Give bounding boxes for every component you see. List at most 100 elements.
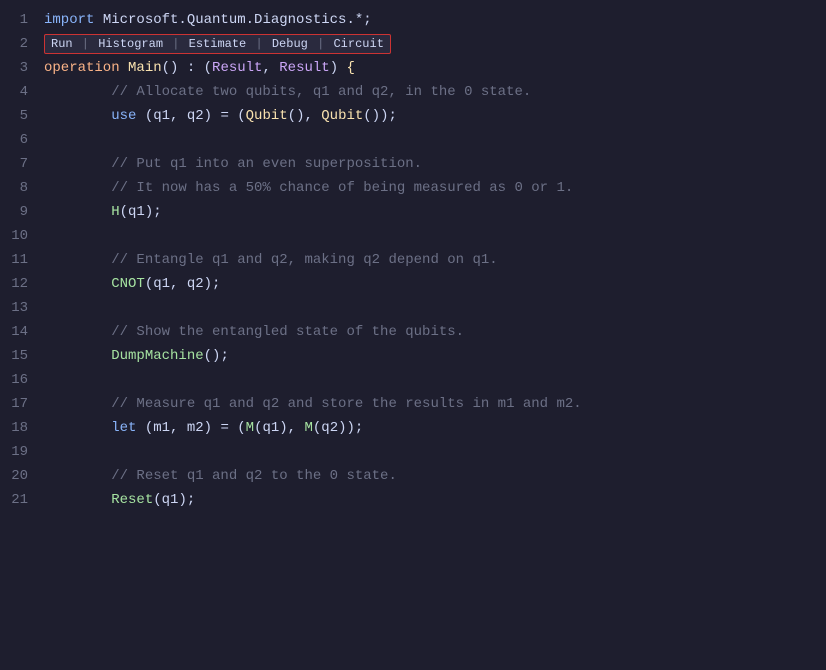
token: M <box>304 420 312 436</box>
token: // Entangle q1 and q2, making q2 depend … <box>44 252 498 268</box>
line-number-21: 21 <box>4 488 44 512</box>
token: () : ( <box>162 60 212 76</box>
token: { <box>347 60 355 76</box>
token <box>44 276 111 292</box>
line-content-8: // It now has a 50% chance of being meas… <box>44 176 822 200</box>
token: Qubit <box>246 108 288 124</box>
editor-container: 1import Microsoft.Quantum.Diagnostics.*;… <box>0 0 826 670</box>
line-number-20: 20 <box>4 464 44 488</box>
token: // Put q1 into an even superposition. <box>44 156 422 172</box>
token: H <box>111 204 119 220</box>
toolbar-separator: | <box>165 34 187 54</box>
token: (q1), <box>254 420 304 436</box>
line-content-3: operation Main() : (Result, Result) { <box>44 56 822 80</box>
code-line-10: 10 <box>0 224 826 248</box>
line-number-5: 5 <box>4 104 44 128</box>
code-area: 1import Microsoft.Quantum.Diagnostics.*;… <box>0 8 826 670</box>
code-line-17: 17 // Measure q1 and q2 and store the re… <box>0 392 826 416</box>
line-number-16: 16 <box>4 368 44 392</box>
token: // Reset q1 and q2 to the 0 state. <box>44 468 397 484</box>
token: // Allocate two qubits, q1 and q2, in th… <box>44 84 531 100</box>
line-content-18: let (m1, m2) = (M(q1), M(q2)); <box>44 416 822 440</box>
token: Qubit <box>321 108 363 124</box>
toolbar-item-estimate[interactable]: Estimate <box>189 34 247 54</box>
toolbar-item-histogram[interactable]: Histogram <box>98 34 163 54</box>
code-line-2: 2Run | Histogram | Estimate | Debug | Ci… <box>0 32 826 56</box>
line-number-9: 9 <box>4 200 44 224</box>
code-line-19: 19 <box>0 440 826 464</box>
line-content-11: // Entangle q1 and q2, making q2 depend … <box>44 248 822 272</box>
token: use <box>111 108 136 124</box>
line-content-17: // Measure q1 and q2 and store the resul… <box>44 392 822 416</box>
toolbar-item-debug[interactable]: Debug <box>272 34 308 54</box>
code-line-21: 21 Reset(q1); <box>0 488 826 512</box>
code-line-12: 12 CNOT(q1, q2); <box>0 272 826 296</box>
line-content-15: DumpMachine(); <box>44 344 822 368</box>
code-line-6: 6 <box>0 128 826 152</box>
line-content-1: import Microsoft.Quantum.Diagnostics.*; <box>44 8 822 32</box>
line-content-5: use (q1, q2) = (Qubit(), Qubit()); <box>44 104 822 128</box>
code-line-14: 14 // Show the entangled state of the qu… <box>0 320 826 344</box>
code-line-11: 11 // Entangle q1 and q2, making q2 depe… <box>0 248 826 272</box>
token: CNOT <box>111 276 145 292</box>
line-number-18: 18 <box>4 416 44 440</box>
code-line-20: 20 // Reset q1 and q2 to the 0 state. <box>0 464 826 488</box>
line-content-14: // Show the entangled state of the qubit… <box>44 320 822 344</box>
code-line-15: 15 DumpMachine(); <box>0 344 826 368</box>
toolbar-separator: | <box>248 34 270 54</box>
token: DumpMachine <box>111 348 203 364</box>
code-line-4: 4 // Allocate two qubits, q1 and q2, in … <box>0 80 826 104</box>
token: (q1); <box>120 204 162 220</box>
token <box>44 108 111 124</box>
token: Result <box>212 60 262 76</box>
token <box>44 420 111 436</box>
token: (); <box>204 348 229 364</box>
code-line-7: 7 // Put q1 into an even superposition. <box>0 152 826 176</box>
toolbar-item-circuit[interactable]: Circuit <box>333 34 383 54</box>
line-number-1: 1 <box>4 8 44 32</box>
token <box>44 492 111 508</box>
line-content-12: CNOT(q1, q2); <box>44 272 822 296</box>
line-number-17: 17 <box>4 392 44 416</box>
line-content-7: // Put q1 into an even superposition. <box>44 152 822 176</box>
toolbar-separator: | <box>75 34 97 54</box>
token: // Measure q1 and q2 and store the resul… <box>44 396 582 412</box>
line-number-15: 15 <box>4 344 44 368</box>
line-number-4: 4 <box>4 80 44 104</box>
line-number-6: 6 <box>4 128 44 152</box>
token: , <box>262 60 279 76</box>
line-number-11: 11 <box>4 248 44 272</box>
token: // Show the entangled state of the qubit… <box>44 324 464 340</box>
line-content-2: Run | Histogram | Estimate | Debug | Cir… <box>44 32 822 56</box>
line-content-4: // Allocate two qubits, q1 and q2, in th… <box>44 80 822 104</box>
code-line-18: 18 let (m1, m2) = (M(q1), M(q2)); <box>0 416 826 440</box>
line-number-8: 8 <box>4 176 44 200</box>
token <box>44 348 111 364</box>
toolbar-item-run[interactable]: Run <box>51 34 73 54</box>
line-content-21: Reset(q1); <box>44 488 822 512</box>
token: Reset <box>111 492 153 508</box>
token: ()); <box>363 108 397 124</box>
line-number-10: 10 <box>4 224 44 248</box>
code-line-3: 3operation Main() : (Result, Result) { <box>0 56 826 80</box>
line-number-3: 3 <box>4 56 44 80</box>
inline-toolbar[interactable]: Run | Histogram | Estimate | Debug | Cir… <box>44 34 391 54</box>
token: M <box>246 420 254 436</box>
token: (), <box>288 108 322 124</box>
token: let <box>111 420 136 436</box>
code-line-5: 5 use (q1, q2) = (Qubit(), Qubit()); <box>0 104 826 128</box>
token: Microsoft.Quantum.Diagnostics.*; <box>103 12 372 28</box>
token: ) <box>330 60 347 76</box>
code-line-16: 16 <box>0 368 826 392</box>
line-number-12: 12 <box>4 272 44 296</box>
code-line-9: 9 H(q1); <box>0 200 826 224</box>
token: Main <box>128 60 162 76</box>
line-number-2: 2 <box>4 32 44 56</box>
line-content-9: H(q1); <box>44 200 822 224</box>
token: (q2)); <box>313 420 363 436</box>
line-number-13: 13 <box>4 296 44 320</box>
token: // It now has a 50% chance of being meas… <box>44 180 573 196</box>
code-line-8: 8 // It now has a 50% chance of being me… <box>0 176 826 200</box>
token: operation <box>44 60 128 76</box>
line-number-19: 19 <box>4 440 44 464</box>
